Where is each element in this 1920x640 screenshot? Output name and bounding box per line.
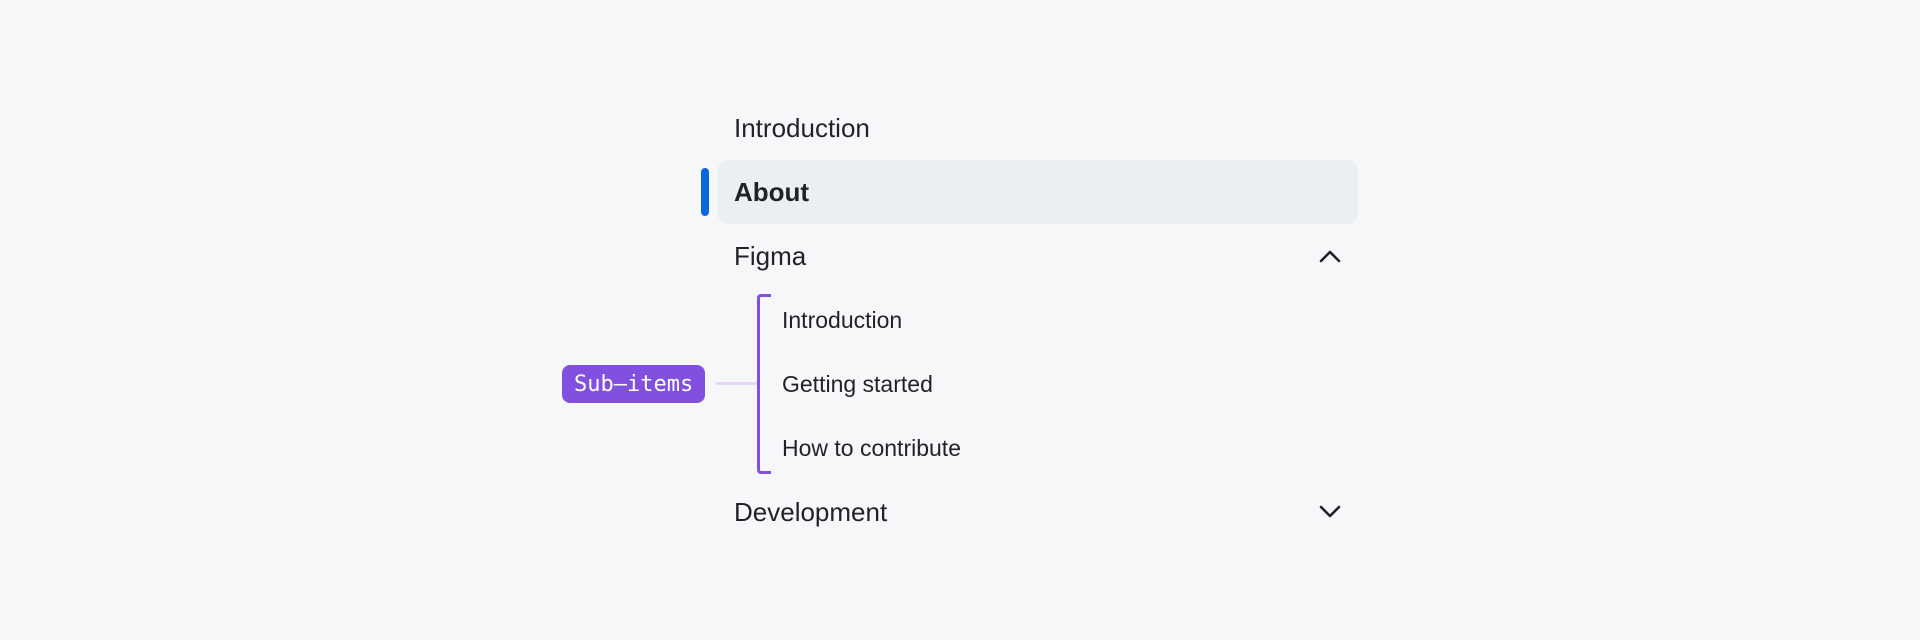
nav-item-introduction[interactable]: Introduction [718, 96, 1358, 160]
sub-item-getting-started[interactable]: Getting started [718, 352, 1358, 416]
nav-item-figma[interactable]: Figma [718, 224, 1358, 288]
sub-item-label: Introduction [782, 306, 903, 333]
sub-item-label: How to contribute [782, 434, 961, 461]
sub-items-bracket [757, 294, 771, 474]
nav-item-label: Figma [734, 240, 807, 271]
sub-item-label: Getting started [782, 370, 933, 397]
nav-item-about[interactable]: About [701, 160, 1358, 224]
sub-item-how-to-contribute[interactable]: How to contribute [718, 416, 1358, 480]
sub-item-introduction[interactable]: Introduction [718, 288, 1358, 352]
nav-list: Introduction About Figma Introduction Ge… [701, 96, 1358, 544]
chevron-down-icon[interactable] [1318, 500, 1342, 524]
active-indicator [701, 168, 709, 216]
nav-item-label: Introduction [734, 112, 870, 143]
nav-item-label: Development [734, 496, 888, 527]
annotation-connector [716, 382, 757, 385]
nav-item-label: About [734, 176, 810, 207]
figma-sub-list: Introduction Getting started How to cont… [716, 288, 1358, 480]
chevron-up-icon[interactable] [1318, 244, 1342, 268]
sub-items-annotation-badge: Sub–items [562, 365, 706, 403]
canvas: Sub–items Introduction About Figma Intro… [0, 0, 1920, 640]
nav-item-development[interactable]: Development [718, 480, 1358, 544]
